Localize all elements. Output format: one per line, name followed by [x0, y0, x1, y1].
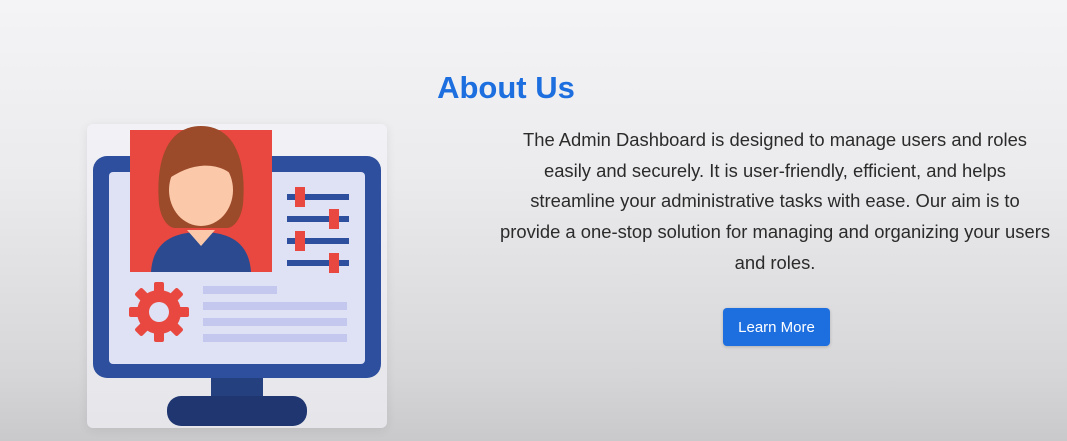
admin-profile-monitor-icon	[93, 126, 381, 426]
monitor-base-icon	[167, 396, 307, 426]
gear-icon	[129, 282, 189, 342]
admin-illustration	[87, 124, 387, 428]
about-title: About Us	[437, 70, 575, 105]
about-description: The Admin Dashboard is designed to manag…	[500, 129, 1051, 273]
learn-more-button[interactable]: Learn More	[723, 308, 830, 346]
